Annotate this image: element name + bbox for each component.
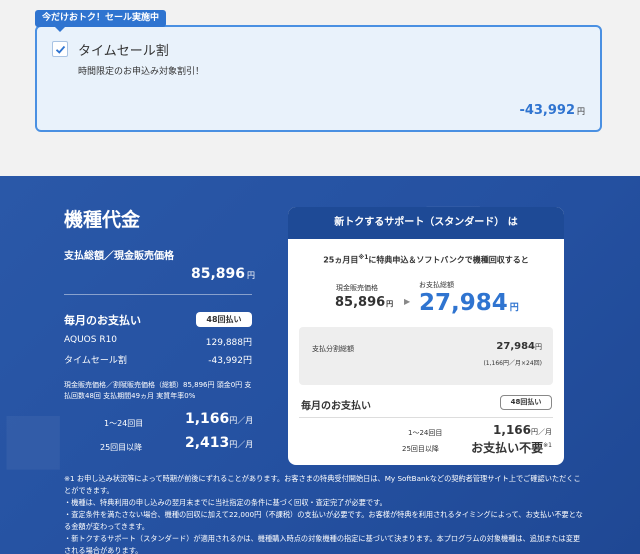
installment-count-badge: 48回払い — [196, 312, 252, 327]
price-section: ■ ■ 機種代金 支払総額／現金販売価格 85,896円 毎月のお支払い 48回… — [0, 176, 640, 554]
footnotes: ※1 お申し込み状況等によって時期が前後にずれることがあります。お客さまの特典受… — [64, 473, 584, 554]
yen-unit: 円 — [509, 303, 519, 313]
sale-title: タイムセール割 — [78, 44, 169, 59]
footnote-mark: ※1 — [358, 254, 369, 261]
split-total-value: 27,984円 — [496, 341, 542, 352]
device-name-label: AQUOS R10 — [64, 335, 118, 345]
card-period-1-amount: 1,166 — [493, 423, 531, 437]
cash-price-value: 85,896円 — [335, 295, 393, 310]
installment-period-1-amount: 1,166 — [185, 411, 230, 427]
yen-unit: 円 — [535, 343, 542, 351]
card-period-2-label: 25回目以降 — [402, 445, 439, 453]
card-monthly-payment-label: 毎月のお支払い — [301, 401, 371, 412]
total-payment-value: 27,984 円 — [419, 290, 519, 316]
sale-amount: -43,992 円 — [519, 103, 585, 118]
total-price-label: 支払総額／現金販売価格 — [64, 251, 174, 262]
footnote-item: ・機種は、特典利用の申し込みの翌月末までに当社指定の条件に基づく回収・査定完了が… — [64, 498, 387, 507]
yen-unit: 円 — [386, 300, 394, 308]
card-installment-count-badge: 48回払い — [500, 395, 552, 410]
monthly-payment-label: 毎月のお支払い — [64, 314, 141, 327]
sale-amount-value: -43,992 — [519, 103, 575, 118]
per-month-unit: 円／月 — [229, 440, 254, 449]
total-price-value: 85,896 円 — [191, 266, 255, 282]
footnote-item: ・新トクするサポート（スタンダード）が適用されるかは、機種購入時点の対象機種の指… — [64, 534, 581, 554]
sale-section: 今だけおトク！セール実施中 タイムセール割 時間限定のお申込み対象割引！ -43… — [0, 0, 640, 176]
support-program-title: 新トクするサポート（スタンダード） は — [288, 207, 564, 239]
footnote-item: ・査定条件を満たさない場合、機種の回収に加えて22,000円（不課税）の支払いが… — [64, 510, 583, 531]
per-month-unit: 円／月 — [531, 428, 552, 436]
condition-text: に特典申込＆ソフトバンクで機種回収すると — [368, 255, 529, 265]
divider — [64, 294, 252, 295]
divider — [299, 417, 553, 418]
arrow-right-icon: ▶ — [404, 297, 411, 306]
time-sale-checkbox[interactable] — [52, 41, 68, 57]
footnote-item: ※1 お申し込み状況等によって時期が前後にずれることがあります。お客さまの特典受… — [64, 474, 581, 495]
yen-unit: 円 — [247, 271, 255, 280]
condition-month: 25ヵ月目 — [323, 255, 359, 265]
sale-subtitle: 時間限定のお申込み対象割引！ — [78, 67, 205, 77]
installment-period-2-amount: 2,413 — [185, 435, 230, 451]
device-price-value: 129,888円 — [205, 338, 252, 348]
total-payment-number: 27,984 — [419, 290, 508, 316]
footnote-mark: ※1 — [543, 442, 552, 449]
total-price-number: 85,896 — [190, 266, 245, 282]
installment-period-1-label: 1〜24回目 — [104, 419, 144, 428]
total-payment-label: お支払総額 — [419, 281, 454, 289]
support-program-condition: 25ヵ月目※1に特典申込＆ソフトバンクで機種回収すると — [288, 254, 564, 266]
split-total-note: (1,166円／月×24回) — [483, 360, 542, 367]
device-price-title: 機種代金 — [64, 209, 141, 231]
split-total-label: 支払分割総額 — [312, 345, 354, 353]
cash-price-number: 85,896 — [335, 295, 386, 310]
cash-price-label: 現金販売価格 — [336, 284, 378, 292]
installment-period-2-label: 25回目以降 — [100, 443, 143, 452]
yen-unit: 円 — [577, 107, 585, 116]
installment-period-1-value: 1,166円／月 — [185, 411, 253, 427]
installment-period-2-value: 2,413円／月 — [185, 435, 253, 451]
per-month-unit: 円／月 — [229, 416, 254, 425]
card-period-2-value: お支払い不要※1 — [471, 439, 552, 456]
sale-tag: 今だけおトク！セール実施中 — [35, 10, 167, 27]
discount-value: -43,992円 — [208, 356, 252, 366]
card-period-1-label: 1〜24回目 — [408, 429, 443, 437]
split-total-box: 支払分割総額 27,984円 (1,166円／月×24回) — [299, 327, 553, 385]
split-total-number: 27,984 — [496, 341, 535, 352]
no-payment-text: お支払い不要 — [471, 441, 544, 455]
card-period-1-value: 1,166円／月 — [493, 423, 552, 437]
background-pattern: ■ — [0, 396, 67, 478]
discount-label: タイムセール割 — [64, 356, 127, 366]
support-program-card: 新トクするサポート（スタンダード） は 25ヵ月目※1に特典申込＆ソフトバンクで… — [288, 207, 564, 465]
check-icon — [55, 45, 66, 54]
installment-terms-note: 現金販売価格／割賦販売価格（総額）85,896円 頭金0円 支払回数48回 支払… — [64, 381, 252, 400]
sale-tag-pointer — [55, 27, 65, 32]
